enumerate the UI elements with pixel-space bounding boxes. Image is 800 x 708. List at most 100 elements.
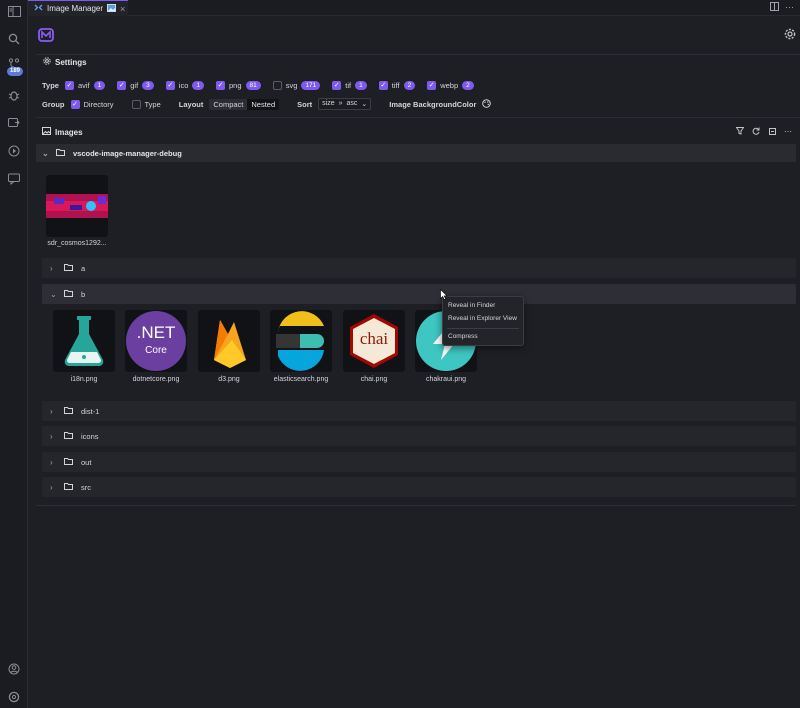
checkbox-png[interactable]: ✓ [216, 81, 226, 90]
sort-arrow: » [338, 100, 343, 107]
layout-nested-option[interactable]: Nested [247, 98, 280, 110]
bg-color-label: Image BackgroundColor [389, 99, 477, 109]
split-editor-icon[interactable] [770, 2, 779, 13]
editor-tab-bar: Image Manager × ⋯ [28, 0, 800, 16]
checkbox-svg[interactable] [272, 81, 282, 90]
type-label: Type [42, 81, 59, 90]
folder-icon [64, 457, 73, 467]
sort-order: asc [346, 100, 358, 107]
image-thumbnail-chai[interactable]: chai [343, 310, 405, 372]
group-label: Group [42, 99, 65, 109]
collapse-all-icon[interactable] [768, 127, 776, 137]
settings-panel: Type ✓ avif 1 ✓ gif 3 ✓ ico 1 ✓ png 81 s… [36, 54, 800, 118]
type-name: tif [345, 81, 352, 90]
chevron-right-icon: › [50, 263, 53, 273]
folder-row-icons[interactable]: › icons [42, 426, 796, 446]
image-manager-logo-icon [38, 28, 54, 42]
folder-row-src[interactable]: › src [42, 477, 796, 497]
settings-gear-icon[interactable] [784, 28, 796, 40]
account-icon[interactable] [6, 661, 22, 677]
type-name: avif [77, 81, 90, 90]
checkbox-group-type[interactable] [131, 99, 141, 109]
group-directory-label: Directory [83, 99, 114, 109]
folder-row-a[interactable]: › a [42, 258, 796, 278]
debug-icon[interactable] [6, 87, 22, 103]
explorer-icon[interactable] [6, 3, 22, 19]
folder-icon [64, 406, 73, 416]
folder-name: dist-1 [81, 406, 100, 416]
root-folder-row[interactable]: ⌄ vscode-image-manager-debug [36, 144, 796, 162]
type-filter-row: Type ✓ avif 1 ✓ gif 3 ✓ ico 1 ✓ png 81 s… [42, 81, 482, 90]
source-control-badge: 189 [7, 67, 24, 76]
checkbox-webp[interactable]: ✓ [427, 81, 437, 90]
folder-icon [56, 148, 65, 158]
image-label: chai.png [360, 376, 388, 383]
layout-label: Layout [178, 99, 204, 109]
chevron-right-icon: › [50, 431, 53, 441]
manage-icon[interactable] [6, 689, 22, 705]
layout-segmented: Compact Nested [209, 98, 280, 110]
tab-close-button[interactable]: × [120, 4, 125, 14]
menu-item-reveal-in-explorer[interactable]: Reveal in Explorer View [448, 315, 517, 322]
checkbox-tif[interactable]: ✓ [332, 81, 342, 90]
chevron-down-icon: ⌄ [50, 289, 57, 299]
comments-icon[interactable] [6, 171, 22, 187]
layout-compact-option[interactable]: Compact [209, 98, 248, 110]
palette-icon[interactable] [482, 98, 492, 110]
image-thumbnail-elasticsearch[interactable] [270, 310, 332, 372]
group-type-label: Type [144, 99, 161, 109]
image-label: d3.png [218, 376, 240, 383]
checkbox-tiff[interactable]: ✓ [378, 81, 388, 90]
type-count: 2 [403, 81, 416, 90]
folder-icon [64, 431, 73, 441]
image-thumbnail-dotnetcore[interactable]: .NET Core [125, 310, 187, 372]
refresh-icon[interactable] [752, 127, 760, 137]
type-count: 3 [142, 81, 154, 90]
dotnet-logo-text: .NET [136, 323, 176, 342]
images-header[interactable]: Images [42, 127, 83, 137]
menu-separator [447, 328, 519, 329]
mouse-cursor-icon [440, 288, 448, 302]
tab-image-manager[interactable]: Image Manager × [28, 0, 128, 16]
type-count: 1 [355, 81, 367, 90]
image-thumbnail-sdr-cosmos[interactable] [46, 175, 108, 237]
remote-explorer-icon[interactable] [6, 115, 22, 131]
images-icon [42, 127, 51, 137]
type-name: ico [178, 81, 189, 90]
checkbox-group-directory[interactable]: ✓ [70, 99, 80, 109]
checkbox-avif[interactable]: ✓ [64, 81, 74, 90]
type-count: 2 [462, 81, 474, 90]
activity-bar: 189 [0, 0, 28, 708]
chai-logo-text: chai [359, 329, 389, 348]
menu-item-reveal-in-finder[interactable]: Reveal in Finder [448, 302, 495, 309]
filter-icon[interactable] [735, 127, 745, 137]
folder-row-dist-1[interactable]: › dist-1 [42, 401, 796, 421]
menu-item-compress[interactable]: Compress [448, 333, 478, 340]
image-thumbnail-d3[interactable] [198, 310, 260, 372]
more-icon[interactable]: ⋯ [784, 127, 792, 137]
image-label: dotnetcore.png [132, 376, 180, 383]
type-name: webp [440, 81, 459, 90]
run-icon[interactable] [6, 143, 22, 159]
folder-name: icons [81, 431, 99, 441]
folder-name: out [81, 457, 92, 467]
chevron-down-icon: ⌄ [42, 148, 49, 158]
folder-row-out[interactable]: › out [42, 452, 796, 472]
folder-name: src [81, 482, 91, 492]
image-preview-icon [107, 3, 117, 14]
more-actions-icon[interactable]: ⋯ [785, 2, 794, 13]
type-name: tiff [391, 81, 400, 90]
sort-select[interactable]: size » asc ⌄ [318, 98, 372, 110]
group-layout-row: Group ✓ Directory Type Layout Compact Ne… [42, 98, 492, 110]
sort-label: Sort [297, 99, 313, 109]
checkbox-ico[interactable]: ✓ [165, 81, 175, 90]
type-count: 81 [245, 81, 261, 90]
folder-row-b[interactable]: ⌄ b [42, 284, 796, 304]
type-count: 171 [301, 81, 321, 90]
image-label: chakraui.png [425, 376, 467, 383]
checkbox-gif[interactable]: ✓ [117, 81, 127, 90]
dotnet-logo-subtext: Core [145, 345, 167, 356]
search-icon[interactable] [6, 31, 22, 47]
folder-name: a [81, 263, 86, 273]
image-thumbnail-i18n[interactable] [53, 310, 115, 372]
